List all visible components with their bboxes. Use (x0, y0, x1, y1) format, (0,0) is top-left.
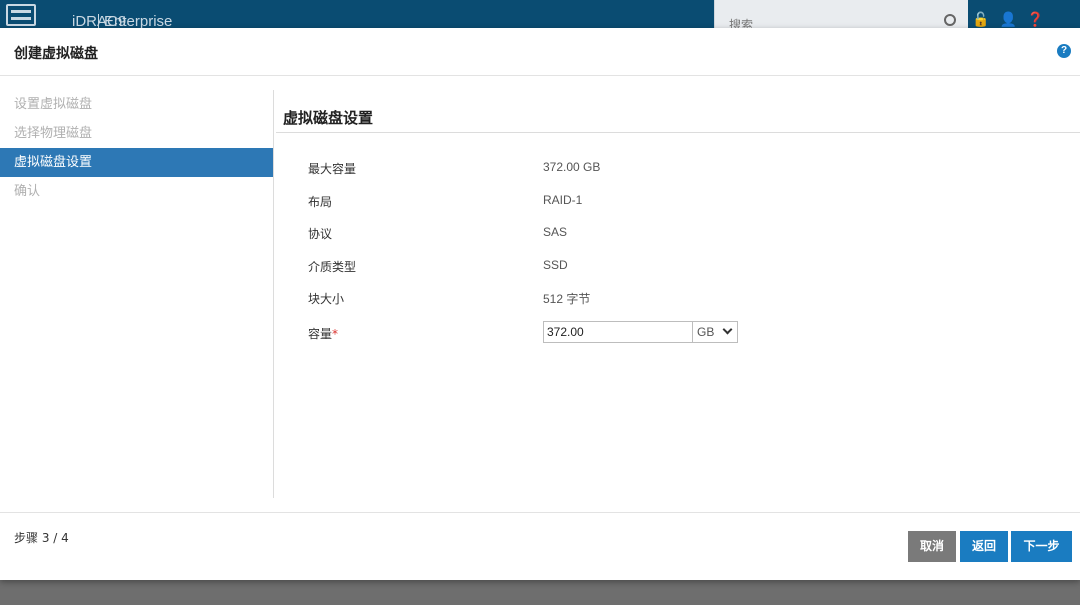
footer-divider (0, 512, 1080, 513)
section-title: 虚拟磁盘设置 (283, 109, 374, 127)
user-icon[interactable]: 👤 (999, 12, 1016, 28)
search-box[interactable]: 搜索 (714, 0, 968, 32)
block-size-label: 块大小 (308, 292, 345, 306)
search-icon[interactable] (944, 14, 956, 26)
required-marker: * (332, 327, 339, 341)
wizard-steps: 设置虚拟磁盘 选择物理磁盘 虚拟磁盘设置 确认 (0, 90, 273, 206)
step-counter: 步骤 3 / 4 (14, 531, 69, 545)
protocol-label: 协议 (308, 227, 333, 241)
chevron-down-icon (722, 324, 733, 335)
section-divider (276, 132, 1080, 133)
header-icons: 🔓 👤 ❓ (972, 12, 1044, 28)
cancel-button[interactable]: 取消 (908, 531, 956, 562)
protocol-value: SAS (543, 225, 568, 239)
block-size-value: 512 字节 (543, 292, 591, 306)
layout-label: 布局 (308, 195, 333, 209)
layout-value: RAID-1 (543, 193, 583, 207)
create-virtual-disk-dialog: 创建虚拟磁盘 ? 设置虚拟磁盘 选择物理磁盘 虚拟磁盘设置 确认 虚拟磁盘设置 … (0, 28, 1080, 580)
capacity-input[interactable] (543, 321, 693, 343)
capacity-unit-value: GB (697, 325, 715, 339)
media-type-value: SSD (543, 258, 568, 272)
capacity-label-text: 容量 (308, 327, 333, 341)
lock-icon[interactable]: 🔓 (972, 12, 989, 28)
help-circle-icon[interactable]: ❓ (1027, 12, 1044, 28)
dialog-title: 创建虚拟磁盘 (14, 46, 98, 62)
app-header: iDRAC9 Enterprise 搜索 🔓 👤 ❓ (0, 0, 1080, 32)
media-type-label: 介质类型 (308, 260, 357, 274)
server-icon (6, 4, 36, 26)
help-icon[interactable]: ? (1057, 44, 1071, 58)
dialog-header: 创建虚拟磁盘 ? (0, 28, 1080, 76)
step-setup-virtual-disk[interactable]: 设置虚拟磁盘 (0, 90, 273, 119)
next-button[interactable]: 下一步 (1011, 531, 1072, 562)
max-capacity-label: 最大容量 (308, 162, 357, 176)
capacity-unit-select[interactable]: GB (692, 321, 738, 343)
sidebar-divider (273, 90, 274, 498)
step-select-physical-disks[interactable]: 选择物理磁盘 (0, 119, 273, 148)
back-button[interactable]: 返回 (960, 531, 1008, 562)
max-capacity-value: 372.00 GB (543, 160, 601, 174)
step-virtual-disk-settings[interactable]: 虚拟磁盘设置 (0, 148, 273, 177)
step-confirm[interactable]: 确认 (0, 177, 273, 206)
capacity-label: 容量* (308, 325, 338, 342)
